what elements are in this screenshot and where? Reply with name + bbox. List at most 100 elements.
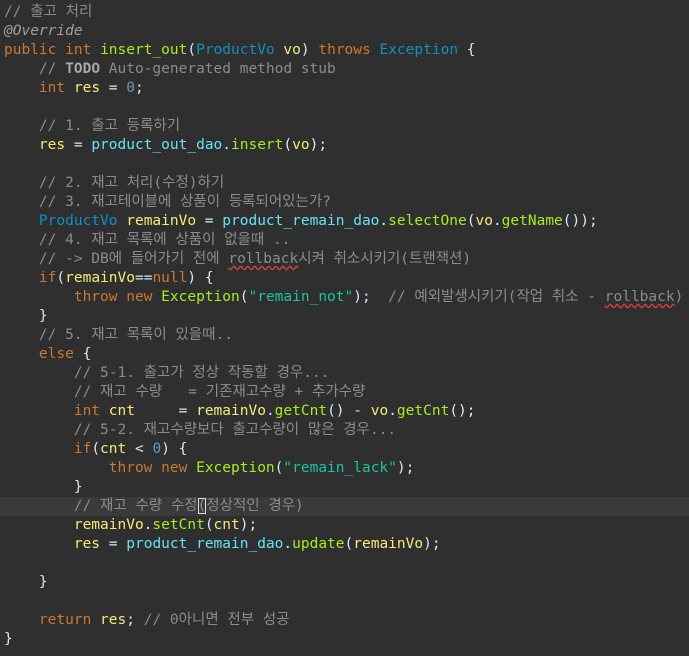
code-line[interactable]: // 2. 재고 처리(수정)하기	[4, 174, 224, 193]
code-line[interactable]: res = product_remain_dao.update(remainVo…	[4, 535, 441, 554]
code-text: <	[126, 441, 153, 457]
code-line[interactable]: int cnt = remainVo.getCnt() - vo.getCnt(…	[4, 402, 476, 421]
method-token: insert	[231, 137, 284, 153]
code-line[interactable]: }	[4, 307, 48, 326]
variable-token: remainVo	[353, 536, 424, 552]
spellcheck-word: rollback	[604, 289, 675, 305]
variable-token: res	[73, 80, 101, 96]
code-line[interactable]: // -> DB에 들어가기 전에 rollback시켜 취소시키기(트랜잭션)	[4, 250, 471, 269]
code-line[interactable]: // 4. 재고 목록에 상품이 없을때 ..	[4, 231, 291, 250]
todo-marker: TODO	[65, 61, 101, 77]
code-text: (	[344, 536, 354, 552]
type-token: Exception	[379, 42, 459, 58]
code-line[interactable]: else {	[4, 345, 91, 364]
keyword-token: throws	[318, 42, 371, 58]
code-line[interactable]: ProductVo remainVo = product_remain_dao.…	[4, 212, 598, 231]
code-text: (	[187, 42, 197, 58]
code-text: =	[65, 137, 92, 153]
code-line[interactable]: // 1. 출고 등록하기	[4, 117, 180, 136]
code-line[interactable]: // 출고 처리	[4, 3, 92, 22]
type-token: ProductVo	[196, 42, 275, 58]
field-token: product_remain_dao	[126, 536, 284, 552]
code-line[interactable]: // 5-2. 재고수량보다 출고수량이 많은 경우...	[4, 421, 396, 440]
code-line[interactable]: // 재고 수량 = 기존재고수량 + 추가수량	[4, 383, 366, 402]
code-line[interactable]: @Override	[4, 22, 83, 41]
spellcheck-word: rollback	[228, 251, 299, 267]
variable-token: remainVo	[73, 517, 144, 533]
code-line[interactable]: throw new Exception("remain_not"); // 예외…	[4, 288, 683, 307]
code-line[interactable]: if(cnt < 0) {	[4, 440, 188, 459]
method-token: getCnt	[274, 403, 328, 419]
keyword-token: int	[73, 403, 101, 419]
code-text: (	[91, 441, 101, 457]
code-text: );	[353, 289, 389, 305]
method-token: selectOne	[388, 213, 467, 229]
code-text: );	[423, 536, 441, 552]
code-line[interactable]: // 3. 재고테이블에 상품이 등록되어있는가?	[4, 193, 331, 212]
code-line[interactable]: // 5. 재고 목록이 있을때..	[4, 326, 233, 345]
code-line[interactable]: }	[4, 573, 48, 592]
comment-token: // 출고 처리	[4, 4, 93, 20]
code-text: ;	[126, 612, 144, 628]
variable-token: remainVo	[126, 213, 197, 229]
code-line[interactable]: // 재고 수량 수정(정상적인 경우)	[0, 497, 689, 516]
code-text: );	[239, 517, 258, 533]
code-text: ) {	[187, 270, 214, 286]
comment-token: //	[38, 61, 66, 77]
code-line[interactable]: return res; // 0아니면 전부 성공	[4, 611, 290, 630]
code-line[interactable]: throw new Exception("remain_lack");	[4, 459, 415, 478]
variable-token: vo	[283, 42, 301, 58]
code-text: .	[492, 213, 502, 229]
string-literal: "remain_not"	[248, 289, 354, 305]
comment-token: // 5-1. 출고가 정상 작동할 경우...	[73, 365, 330, 381]
code-line[interactable]: }	[4, 630, 13, 649]
variable-token: vo	[370, 403, 389, 419]
code-text: .	[388, 403, 397, 419]
keyword-token: new	[161, 460, 188, 476]
code-text: ());	[562, 213, 598, 229]
code-line[interactable]: int res = 0;	[4, 79, 144, 98]
code-text: () -	[327, 403, 371, 419]
code-line[interactable]: // TODO Auto-generated method stub	[4, 60, 336, 79]
code-text: .	[283, 536, 293, 552]
comment-token: // 0아니면 전부 성공	[143, 612, 290, 628]
code-line[interactable]: res = product_out_dao.insert(vo);	[4, 136, 327, 155]
comment-token: 정상적인 경우)	[206, 498, 304, 514]
code-line[interactable]: }	[4, 478, 83, 497]
code-editor[interactable]: // 출고 처리 @Override public int insert_out(P…	[0, 0, 689, 656]
code-text: =	[134, 403, 197, 419]
variable-token: cnt	[213, 517, 240, 533]
keyword-token: throw	[73, 289, 118, 305]
method-token: getCnt	[396, 403, 450, 419]
comment-token: // 재고 수량 수정	[73, 498, 198, 514]
code-line[interactable]: if(remainVo==null) {	[4, 269, 214, 288]
code-text: (	[56, 270, 66, 286]
comment-token: Auto-generated method stub	[100, 61, 336, 77]
comment-token: // 재고 수량 = 기존재고수량 + 추가수량	[73, 384, 366, 400]
code-line[interactable]: remainVo.setCnt(cnt);	[4, 516, 257, 535]
comment-token: // 3. 재고테이블에 상품이 등록되어있는가?	[38, 194, 331, 210]
code-line[interactable]: // 5-1. 출고가 정상 작동할 경우...	[4, 364, 330, 383]
code-text: =	[100, 536, 127, 552]
code-text: .	[222, 137, 232, 153]
code-text: =	[100, 80, 127, 96]
keyword-token: public	[4, 42, 57, 58]
code-text: (	[204, 517, 214, 533]
code-text: ();	[449, 403, 476, 419]
code-line[interactable]: public int insert_out(ProductVo vo) thro…	[4, 41, 476, 60]
